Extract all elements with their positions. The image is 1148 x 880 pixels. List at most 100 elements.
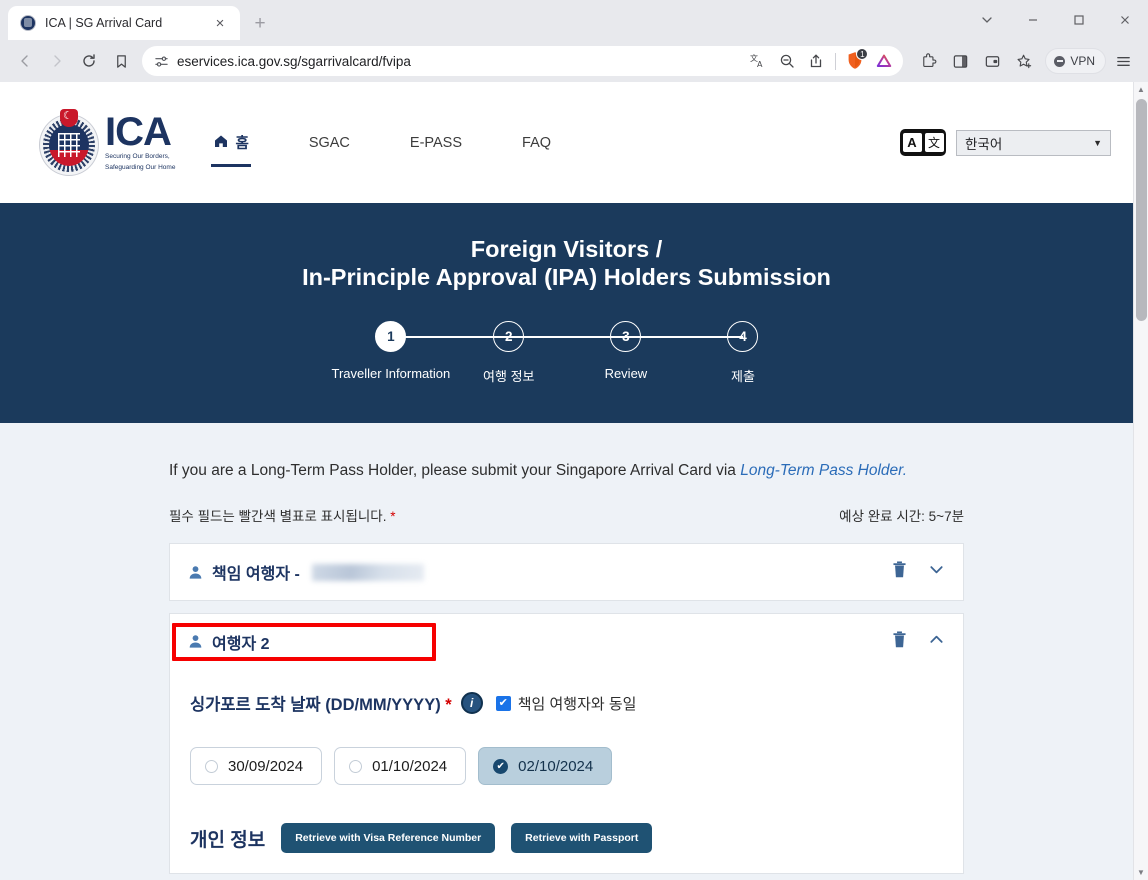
arrival-date-options: 30/09/2024 01/10/2024 ✔ 02/10/2024 bbox=[190, 747, 943, 785]
personal-info-title: 개인 정보 bbox=[190, 825, 265, 852]
arrival-date-label: 싱가포르 도착 날짜 (DD/MM/YYYY) * bbox=[190, 691, 452, 715]
trash-icon[interactable] bbox=[891, 560, 908, 584]
wallet-icon[interactable] bbox=[977, 46, 1007, 76]
long-term-pass-holder-link[interactable]: Long-Term Pass Holder. bbox=[740, 462, 907, 479]
extensions-icon[interactable] bbox=[913, 46, 943, 76]
scroll-down-icon[interactable]: ▼ bbox=[1134, 865, 1148, 880]
hamburger-menu-icon[interactable] bbox=[1108, 46, 1138, 76]
logo-wordmark: ICA bbox=[105, 113, 175, 151]
ica-logo[interactable]: ICA Securing Our Borders, Safeguarding O… bbox=[36, 106, 175, 180]
step-connector bbox=[509, 336, 626, 338]
hero-banner: Foreign Visitors / In-Principle Approval… bbox=[0, 203, 1133, 423]
share-icon[interactable] bbox=[803, 48, 829, 74]
step-2[interactable]: 2 여행 정보 bbox=[450, 321, 567, 385]
scrollbar-track[interactable] bbox=[1134, 97, 1148, 865]
ica-favicon-icon bbox=[20, 15, 36, 31]
tab-strip: ICA | SG Arrival Card × + bbox=[0, 0, 1148, 40]
translate-icon[interactable]: A文 bbox=[900, 129, 946, 156]
traveller-1-header[interactable]: 책임 여행자 - bbox=[169, 543, 964, 601]
same-as-label: 책임 여행자와 동일 bbox=[518, 693, 637, 714]
language-select[interactable]: 한국어 ▼ bbox=[956, 130, 1111, 156]
nav-item-faq[interactable]: FAQ bbox=[520, 129, 553, 157]
minimize-icon[interactable] bbox=[1010, 0, 1056, 40]
chevron-up-icon[interactable] bbox=[928, 631, 945, 653]
form-container: If you are a Long-Term Pass Holder, plea… bbox=[169, 459, 964, 874]
required-asterisk: * bbox=[445, 696, 451, 714]
vpn-status-dot bbox=[1054, 56, 1065, 67]
required-note: 필수 필드는 빨간색 별표로 표시됩니다. * bbox=[169, 505, 396, 525]
page-viewport: ICA Securing Our Borders, Safeguarding O… bbox=[0, 82, 1148, 880]
required-asterisk: * bbox=[390, 509, 395, 524]
scroll-up-icon[interactable]: ▲ bbox=[1134, 82, 1148, 97]
check-circle-icon: ✔ bbox=[493, 759, 508, 774]
info-icon[interactable]: i bbox=[461, 692, 483, 714]
step-1[interactable]: 1 Traveller Information bbox=[332, 321, 451, 385]
tab-close-icon[interactable]: × bbox=[210, 13, 230, 33]
new-tab-button[interactable]: + bbox=[246, 9, 274, 37]
radio-icon bbox=[205, 760, 218, 773]
step-4-number: 4 bbox=[727, 321, 758, 352]
trash-icon[interactable] bbox=[891, 630, 908, 654]
vpn-label: VPN bbox=[1070, 54, 1095, 68]
browser-toolbar: eservices.ica.gov.sg/sgarrivalcard/fvipa… bbox=[0, 40, 1148, 82]
date-option-3[interactable]: ✔ 02/10/2024 bbox=[478, 747, 612, 785]
toolbar-divider bbox=[835, 53, 836, 70]
step-connector bbox=[391, 336, 510, 338]
traveller-1-label: 책임 여행자 - bbox=[212, 560, 300, 584]
sidebar-icon[interactable] bbox=[945, 46, 975, 76]
bookmark-icon[interactable] bbox=[106, 46, 136, 76]
logo-tagline-2: Safeguarding Our Home bbox=[105, 164, 175, 172]
chevron-down-icon[interactable] bbox=[928, 561, 945, 583]
reload-icon[interactable] bbox=[74, 46, 104, 76]
forward-arrow-icon[interactable] bbox=[42, 46, 72, 76]
home-icon bbox=[213, 133, 229, 153]
date-option-1[interactable]: 30/09/2024 bbox=[190, 747, 322, 785]
browser-window: ICA | SG Arrival Card × + bbox=[0, 0, 1148, 880]
browser-tab[interactable]: ICA | SG Arrival Card × bbox=[8, 6, 240, 40]
page-scrollbar[interactable]: ▲ ▼ bbox=[1133, 82, 1148, 880]
step-2-number: 2 bbox=[493, 321, 524, 352]
traveller-2-panel: 싱가포르 도착 날짜 (DD/MM/YYYY) * i ✔ 책임 여행자와 동일 bbox=[169, 669, 964, 874]
retrieve-with-passport-button[interactable]: Retrieve with Passport bbox=[511, 823, 652, 853]
zoom-out-icon[interactable] bbox=[774, 48, 800, 74]
step-connector bbox=[626, 336, 743, 338]
nav-label-faq: FAQ bbox=[522, 135, 551, 151]
estimated-time: 예상 완료 시간: 5~7분 bbox=[839, 505, 964, 525]
svg-text:A: A bbox=[757, 60, 763, 69]
close-icon[interactable] bbox=[1102, 0, 1148, 40]
required-note-row: 필수 필드는 빨간색 별표로 표시됩니다. * 예상 완료 시간: 5~7분 bbox=[169, 505, 964, 525]
intro-text: If you are a Long-Term Pass Holder, plea… bbox=[169, 459, 964, 483]
step-4[interactable]: 4 제출 bbox=[684, 321, 801, 385]
maximize-icon[interactable] bbox=[1056, 0, 1102, 40]
personal-info-section: 개인 정보 Retrieve with Visa Reference Numbe… bbox=[190, 823, 943, 853]
address-bar[interactable]: eservices.ica.gov.sg/sgarrivalcard/fvipa… bbox=[142, 46, 903, 76]
required-note-text: 필수 필드는 빨간색 별표로 표시됩니다. bbox=[169, 509, 386, 524]
step-4-label: 제출 bbox=[731, 366, 755, 385]
progress-stepper: 1 Traveller Information 2 여행 정보 3 Review bbox=[332, 321, 802, 385]
translate-page-icon[interactable]: 文A bbox=[745, 48, 771, 74]
web-page: ICA Securing Our Borders, Safeguarding O… bbox=[0, 82, 1133, 880]
step-3[interactable]: 3 Review bbox=[567, 321, 684, 385]
same-as-responsible-traveller[interactable]: ✔ 책임 여행자와 동일 bbox=[496, 693, 637, 714]
toolbar-right-icons: VPN bbox=[913, 46, 1138, 76]
step-3-number: 3 bbox=[610, 321, 641, 352]
nav-item-home[interactable]: 홈 bbox=[211, 126, 250, 159]
logo-tagline-1: Securing Our Borders, bbox=[105, 153, 175, 161]
date-option-2[interactable]: 01/10/2024 bbox=[334, 747, 466, 785]
date-option-1-label: 30/09/2024 bbox=[228, 758, 303, 775]
nav-item-sgac[interactable]: SGAC bbox=[307, 129, 352, 157]
page-title: Foreign Visitors / In-Principle Approval… bbox=[0, 235, 1133, 291]
nav-item-epass[interactable]: E-PASS bbox=[408, 129, 464, 157]
bookmark-star-icon[interactable] bbox=[1009, 46, 1039, 76]
main-navigation: 홈 SGAC E-PASS FAQ bbox=[211, 82, 553, 203]
back-arrow-icon[interactable] bbox=[10, 46, 40, 76]
retrieve-with-visa-button[interactable]: Retrieve with Visa Reference Number bbox=[281, 823, 495, 853]
site-settings-icon[interactable] bbox=[154, 54, 169, 69]
vpn-button[interactable]: VPN bbox=[1045, 48, 1106, 74]
leo-ai-icon[interactable] bbox=[871, 48, 897, 74]
brave-shields-icon[interactable]: 1 bbox=[842, 48, 868, 74]
same-as-checkbox[interactable]: ✔ bbox=[496, 696, 511, 711]
scrollbar-thumb[interactable] bbox=[1136, 99, 1147, 321]
annotation-highlight-box bbox=[172, 623, 436, 661]
tab-search-icon[interactable] bbox=[964, 0, 1010, 40]
